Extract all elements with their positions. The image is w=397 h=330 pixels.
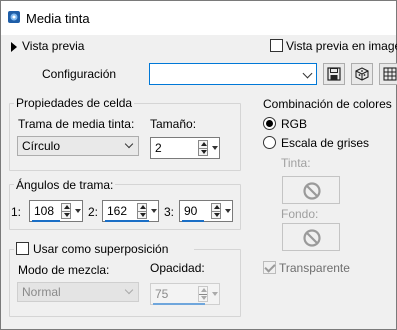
- angle-2-stepper[interactable]: [137, 203, 147, 219]
- chevron-down-icon: [124, 285, 134, 295]
- overlay-option[interactable]: Usar como superposición: [14, 241, 194, 257]
- fondo-color-swatch[interactable]: [282, 223, 340, 251]
- trama-label: Trama de media tinta:: [18, 117, 135, 131]
- settings-grid-icon: [383, 67, 397, 81]
- angle-1-value: 108: [34, 204, 55, 218]
- opacity-slider-bar[interactable]: [153, 303, 205, 305]
- app-icon: [7, 10, 21, 24]
- blend-value: Normal: [22, 285, 61, 299]
- window-title: Media tinta: [26, 11, 90, 26]
- angle-3-spinner[interactable]: 90: [179, 200, 233, 222]
- grays-label: Escala de grises: [281, 136, 370, 150]
- overlay-checkbox[interactable]: [16, 242, 29, 255]
- expand-triangle-icon: [11, 42, 17, 52]
- size-spinner[interactable]: 2: [150, 137, 220, 159]
- transparent-checkbox[interactable]: [263, 261, 276, 274]
- chevron-down-icon: [124, 139, 134, 149]
- preview-toggle-label: Vista previa: [22, 39, 85, 53]
- transparent-label: Transparente: [279, 261, 350, 275]
- angle-1-spinner[interactable]: 108: [29, 200, 83, 222]
- trama-value: Círculo: [22, 139, 61, 153]
- angle-3-stepper[interactable]: [211, 203, 221, 219]
- colors-title: Combinación de colores: [263, 97, 392, 111]
- size-value: 2: [155, 141, 162, 155]
- no-symbol-icon: [303, 182, 321, 200]
- preview-toggle[interactable]: Vista previa: [11, 39, 111, 55]
- preview-on-image-checkbox[interactable]: [270, 39, 283, 52]
- config-label: Configuración: [42, 67, 117, 81]
- fondo-label: Fondo:: [281, 207, 319, 221]
- config-combo[interactable]: [149, 63, 317, 85]
- tinta-color-swatch[interactable]: [282, 176, 340, 204]
- transparent-option[interactable]: Transparente: [263, 260, 373, 276]
- rgb-radio[interactable]: [263, 117, 276, 130]
- angle-1-stepper[interactable]: [61, 203, 71, 219]
- size-dropdown-icon[interactable]: [212, 146, 218, 150]
- blend-select[interactable]: Normal: [17, 282, 139, 302]
- settings-button[interactable]: [379, 63, 397, 85]
- angles-title: Ángulos de trama:: [14, 178, 116, 192]
- angle-2-dropdown-icon[interactable]: [151, 209, 157, 213]
- opacity-label: Opacidad:: [150, 261, 205, 275]
- blend-label: Modo de mezcla:: [18, 263, 110, 277]
- grays-radio[interactable]: [263, 136, 276, 149]
- title-bar: Media tinta: [1, 1, 396, 35]
- opacity-spinner[interactable]: 75: [150, 283, 220, 305]
- tinta-label: Tinta:: [281, 156, 311, 170]
- size-label: Tamaño:: [150, 117, 197, 131]
- preview-on-image-option[interactable]: Vista previa en imagen: [270, 39, 397, 55]
- reset-button[interactable]: [351, 63, 373, 85]
- angle-2-value: 162: [107, 204, 128, 218]
- opacity-value: 75: [155, 287, 169, 301]
- opacity-stepper[interactable]: [198, 286, 208, 302]
- angle-1-slider-bar[interactable]: [32, 220, 60, 222]
- angle-3-label: 3:: [164, 205, 175, 219]
- rgb-option[interactable]: RGB: [263, 116, 343, 132]
- size-stepper[interactable]: [198, 140, 208, 156]
- reset-cube-icon: [355, 67, 369, 81]
- angle-1-dropdown-icon[interactable]: [75, 209, 81, 213]
- trama-select[interactable]: Círculo: [17, 136, 139, 156]
- angle-3-value: 90: [184, 204, 198, 218]
- grays-option[interactable]: Escala de grises: [263, 135, 383, 151]
- chevron-down-icon: [302, 68, 313, 79]
- dialog-window: Media tinta Vista previa Vista previa en…: [0, 0, 397, 330]
- angle-2-spinner[interactable]: 162: [102, 200, 159, 222]
- save-icon: [327, 67, 341, 81]
- no-symbol-icon: [303, 229, 321, 247]
- angle-1-label: 1:: [11, 205, 22, 219]
- preview-on-image-label: Vista previa en imagen: [286, 39, 397, 53]
- opacity-dropdown-icon[interactable]: [212, 292, 218, 296]
- overlay-label: Usar como superposición: [33, 242, 169, 256]
- angle-2-slider-bar[interactable]: [105, 220, 149, 222]
- rgb-label: RGB: [281, 117, 308, 131]
- angle-3-dropdown-icon[interactable]: [225, 209, 231, 213]
- angle-3-slider-bar[interactable]: [182, 220, 204, 222]
- angle-2-label: 2:: [88, 205, 99, 219]
- cell-properties-title: Propiedades de celda: [14, 96, 135, 110]
- save-preset-button[interactable]: [323, 63, 345, 85]
